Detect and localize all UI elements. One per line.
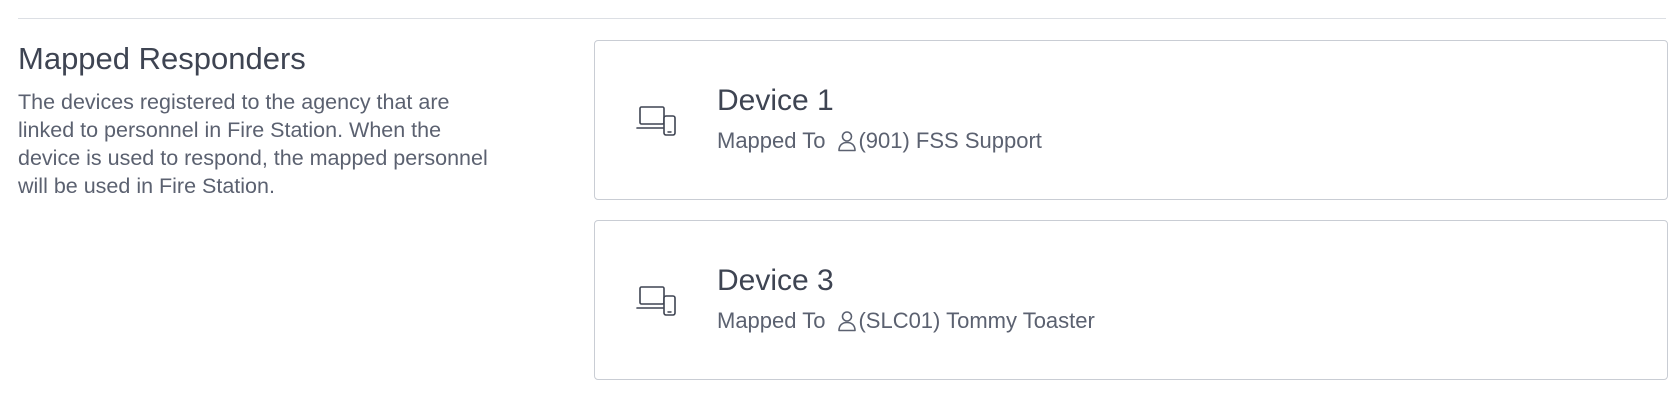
device-name: Device 3 [717, 264, 834, 297]
person-icon [838, 131, 857, 152]
mapped-person[interactable]: (901) FSS Support [858, 127, 1041, 155]
device-card[interactable]: Device 1 Mapped To (901) FSS Support [594, 40, 1668, 200]
section-divider [18, 18, 1666, 19]
laptop-phone-icon [636, 286, 676, 316]
device-details: Device 1 Mapped To (901) FSS Support [717, 83, 1042, 155]
person-icon [838, 311, 857, 332]
section-description: The devices registered to the agency tha… [18, 90, 488, 198]
mapped-person[interactable]: (SLC01) Tommy Toaster [858, 307, 1094, 335]
mapped-to-label: Mapped To [717, 128, 826, 153]
device-name: Device 1 [717, 84, 834, 117]
section-info: Mapped Responders The devices registered… [18, 40, 518, 200]
device-card[interactable]: Device 3 Mapped To (SLC01) Tommy Toaster [594, 220, 1668, 380]
mapped-to-row: Mapped To (901) FSS Support [717, 127, 1042, 155]
laptop-phone-icon [636, 106, 676, 136]
device-details: Device 3 Mapped To (SLC01) Tommy Toaster [717, 263, 1095, 335]
section-title: Mapped Responders [18, 41, 306, 76]
device-list: Device 1 Mapped To (901) FSS Support Dev… [594, 40, 1668, 400]
mapped-to-label: Mapped To [717, 308, 826, 333]
mapped-to-row: Mapped To (SLC01) Tommy Toaster [717, 307, 1095, 335]
